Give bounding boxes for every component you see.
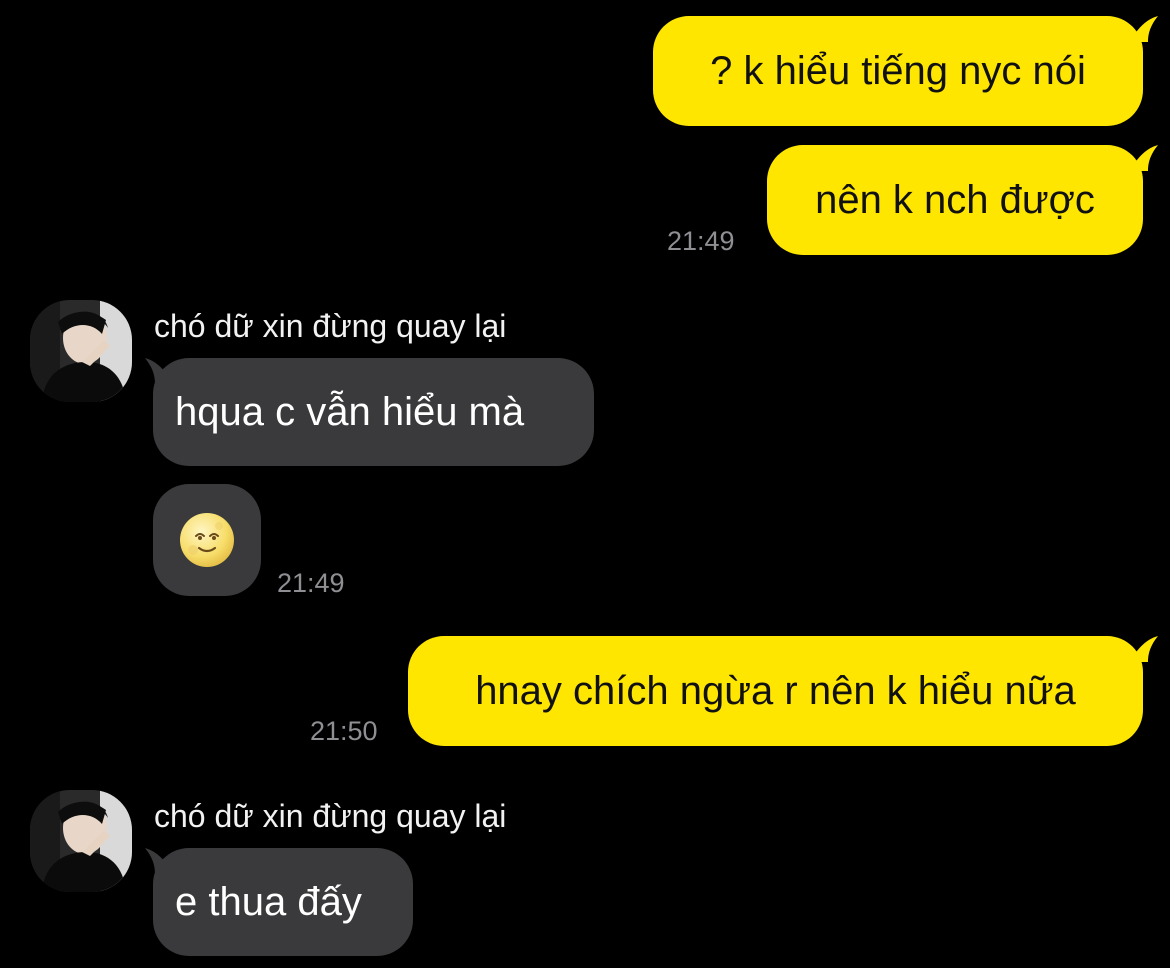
avatar[interactable] <box>30 300 132 402</box>
message-timestamp: 21:49 <box>277 568 345 598</box>
outgoing-message-bubble[interactable]: hnay chích ngừa r nên k hiểu nữa <box>408 636 1143 746</box>
avatar-photo-icon <box>30 300 132 402</box>
avatar-photo-icon <box>30 790 132 892</box>
message-text: nên k nch được <box>815 178 1095 222</box>
bubble-tail-icon <box>1128 145 1158 171</box>
message-timestamp: 21:50 <box>310 716 378 746</box>
sender-name: chó dữ xin đừng quay lại <box>154 308 507 344</box>
bubble-tail-icon <box>1128 636 1158 662</box>
outgoing-message-bubble[interactable]: nên k nch được <box>767 145 1143 255</box>
incoming-message-bubble[interactable]: e thua đấy <box>153 848 413 956</box>
full-moon-face-icon <box>180 513 234 567</box>
incoming-emoji-bubble[interactable] <box>153 484 261 596</box>
avatar[interactable] <box>30 790 132 892</box>
message-text: e thua đấy <box>175 880 362 924</box>
message-text: ? k hiểu tiếng nyc nói <box>710 49 1086 93</box>
message-text: hqua c vẫn hiểu mà <box>175 390 525 434</box>
message-text: hnay chích ngừa r nên k hiểu nữa <box>475 669 1076 713</box>
outgoing-message-bubble[interactable]: ? k hiểu tiếng nyc nói <box>653 16 1143 126</box>
incoming-message-bubble[interactable]: hqua c vẫn hiểu mà <box>153 358 594 466</box>
message-timestamp: 21:49 <box>667 226 735 256</box>
bubble-tail-icon <box>1128 16 1158 42</box>
sender-name: chó dữ xin đừng quay lại <box>154 798 507 834</box>
